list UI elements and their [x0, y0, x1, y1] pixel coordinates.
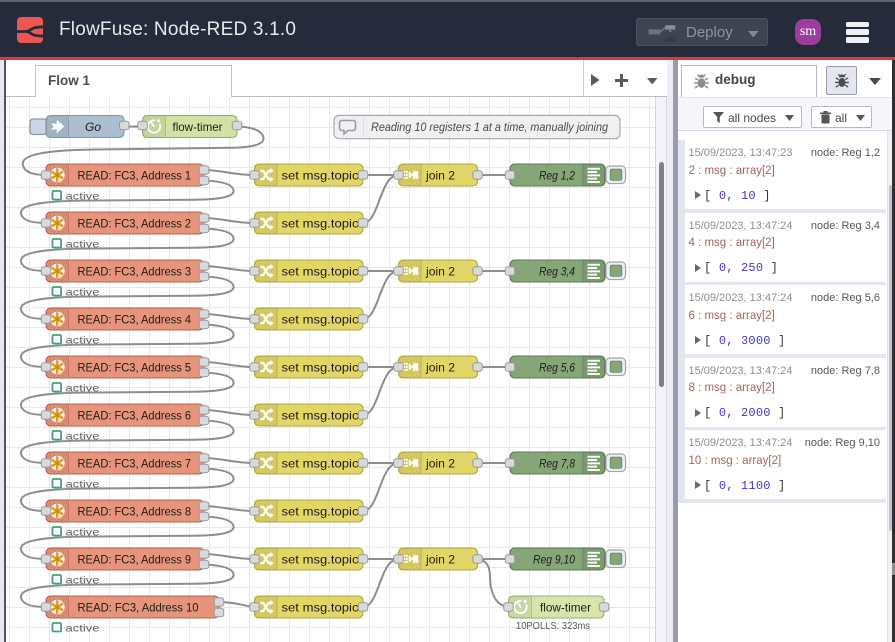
svg-text:active: active — [66, 431, 100, 443]
svg-text:active: active — [66, 623, 100, 635]
svg-text:active: active — [66, 191, 100, 203]
svg-text:set msg.topic: set msg.topic — [282, 505, 359, 519]
svg-text:join 2: join 2 — [425, 553, 455, 567]
svg-text:Reg 3,4: Reg 3,4 — [539, 265, 575, 279]
svg-text:flow-timer: flow-timer — [540, 601, 591, 615]
svg-text:join 2: join 2 — [425, 457, 455, 471]
svg-text:active: active — [66, 479, 100, 491]
svg-text:10POLLS: 323ms: 10POLLS: 323ms — [516, 620, 590, 632]
svg-text:active: active — [66, 239, 100, 251]
svg-text:active: active — [66, 335, 100, 347]
svg-text:join 2: join 2 — [425, 169, 455, 183]
svg-text:set msg.topic: set msg.topic — [282, 601, 359, 615]
svg-text:active: active — [66, 575, 100, 587]
svg-text:join 2: join 2 — [425, 265, 455, 279]
svg-text:active: active — [66, 287, 100, 299]
svg-text:READ: FC3, Address 3: READ: FC3, Address 3 — [78, 265, 192, 279]
svg-text:set msg.topic: set msg.topic — [282, 313, 359, 327]
svg-text:set msg.topic: set msg.topic — [282, 457, 359, 471]
svg-text:READ: FC3, Address 9: READ: FC3, Address 9 — [78, 553, 192, 567]
svg-text:set msg.topic: set msg.topic — [282, 265, 359, 279]
svg-text:join 2: join 2 — [425, 361, 455, 375]
svg-text:active: active — [66, 383, 100, 395]
svg-text:READ: FC3, Address 4: READ: FC3, Address 4 — [78, 313, 192, 327]
svg-text:set msg.topic: set msg.topic — [282, 217, 359, 231]
svg-text:Reg 5,6: Reg 5,6 — [539, 361, 575, 375]
svg-text:Go: Go — [85, 120, 101, 134]
svg-text:READ: FC3, Address 5: READ: FC3, Address 5 — [78, 361, 192, 375]
svg-text:Reading 10 registers 1 at a ti: Reading 10 registers 1 at a time, manual… — [371, 120, 608, 134]
svg-text:set msg.topic: set msg.topic — [282, 361, 359, 375]
svg-text:set msg.topic: set msg.topic — [282, 409, 359, 423]
svg-text:READ: FC3, Address 1: READ: FC3, Address 1 — [78, 169, 192, 183]
svg-text:active: active — [66, 527, 100, 539]
svg-text:READ: FC3, Address 2: READ: FC3, Address 2 — [78, 217, 192, 231]
svg-text:READ: FC3, Address 8: READ: FC3, Address 8 — [78, 505, 192, 519]
svg-text:flow-timer: flow-timer — [173, 120, 223, 134]
svg-text:set msg.topic: set msg.topic — [282, 169, 359, 183]
svg-text:Reg 9,10: Reg 9,10 — [533, 553, 575, 567]
svg-text:READ: FC3, Address 7: READ: FC3, Address 7 — [78, 457, 192, 471]
svg-text:Reg 7,8: Reg 7,8 — [539, 457, 575, 471]
svg-text:Reg 1,2: Reg 1,2 — [539, 169, 575, 183]
svg-text:READ: FC3, Address 6: READ: FC3, Address 6 — [78, 409, 192, 423]
svg-text:set msg.topic: set msg.topic — [282, 553, 359, 567]
svg-text:READ: FC3, Address 10: READ: FC3, Address 10 — [78, 601, 199, 615]
